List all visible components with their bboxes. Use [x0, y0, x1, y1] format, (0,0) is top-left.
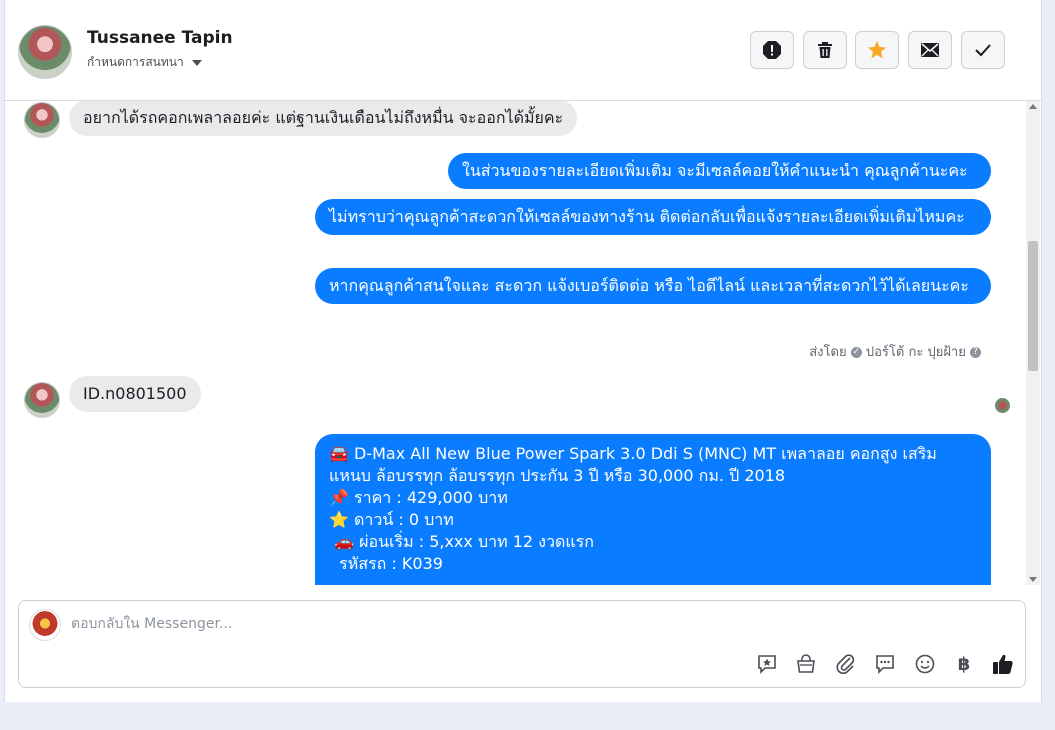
listing-code: รหัสรถ : K039	[329, 554, 443, 573]
attach-button[interactable]	[833, 651, 859, 677]
seen-receipt-avatar	[995, 398, 1010, 413]
contact-avatar[interactable]	[18, 25, 72, 79]
listing-title: 🚘 D-Max All New Blue Power Spark 3.0 Ddi…	[329, 444, 937, 485]
listing-price: 📌 ราคา : 429,000 บาท	[329, 488, 508, 507]
incoming-message[interactable]: อยากได้รถคอกเพลาลอยค่ะ แต่ฐานเงินเดือนไม…	[69, 101, 578, 136]
reply-input[interactable]	[69, 615, 673, 633]
message-thread[interactable]: อยากได้รถคอกเพลาลอยค่ะ แต่ฐานเงินเดือนไม…	[5, 101, 1025, 585]
scrollbar-thumb[interactable]	[1028, 241, 1038, 371]
mail-icon	[921, 43, 939, 57]
outgoing-message[interactable]: ไม่ทราบว่าคุณลูกค้าสะดวกให้เซลล์ของทางร้…	[315, 199, 991, 235]
listing-installment: 🚗 ผ่อนเริ่ม : 5,xxx บาท 12 งวดแรก	[329, 532, 594, 551]
delete-button[interactable]	[803, 31, 847, 69]
contact-avatar-small[interactable]	[24, 102, 60, 138]
shop-icon	[797, 654, 815, 673]
star-button[interactable]	[855, 31, 899, 69]
spam-icon	[763, 41, 781, 59]
reply-composer: ฿	[18, 600, 1026, 688]
conversation-header: Tussanee Tapin กำหนดการสนทนา	[5, 0, 1041, 101]
listing-down-payment: ⭐ ดาวน์ : 0 บาท	[329, 510, 454, 529]
outgoing-message[interactable]: หากคุณลูกค้าสนใจและ สะดวก แจ้งเบอร์ติดต่…	[315, 268, 991, 304]
baht-icon: ฿	[957, 653, 971, 675]
trash-icon	[818, 42, 832, 58]
saved-reply-icon	[758, 655, 776, 674]
outgoing-message-listing[interactable]: 🚘 D-Max All New Blue Power Spark 3.0 Ddi…	[315, 434, 991, 585]
quick-reply-icon	[876, 655, 894, 674]
contact-avatar-small[interactable]	[24, 382, 60, 418]
mark-done-button[interactable]	[961, 31, 1005, 69]
mark-spam-button[interactable]	[750, 31, 794, 69]
attach-icon	[836, 654, 855, 674]
sent-by-label: ส่งโดย ✓ ปอร์โต้ กะ ปุยฝ้าย ?	[809, 341, 981, 362]
quick-replies-button[interactable]	[872, 651, 898, 677]
help-icon[interactable]: ?	[970, 347, 981, 358]
star-icon	[868, 41, 886, 59]
sent-by-prefix: ส่งโดย	[809, 345, 847, 360]
emoji-button[interactable]	[912, 651, 938, 677]
incoming-message[interactable]: ID.n0801500	[69, 376, 201, 412]
like-button[interactable]	[990, 651, 1016, 677]
scroll-down-arrow-icon[interactable]	[1029, 577, 1037, 582]
verified-icon: ✓	[850, 347, 862, 358]
emoji-icon	[915, 654, 935, 674]
check-icon	[975, 44, 991, 57]
move-to-inbox-button[interactable]	[908, 31, 952, 69]
outgoing-message[interactable]: ในส่วนของรายละเอียดเพิ่มเติม จะมีเซลล์คอ…	[448, 153, 991, 189]
assign-conversation-dropdown[interactable]: กำหนดการสนทนา	[87, 53, 202, 72]
caret-down-icon	[191, 59, 202, 66]
contact-name[interactable]: Tussanee Tapin	[87, 28, 233, 48]
page-avatar	[29, 609, 61, 641]
conversation-panel: Tussanee Tapin กำหนดการสนทนา อยากได้รถคอ…	[4, 0, 1042, 702]
like-icon	[993, 654, 1013, 674]
payment-button[interactable]: ฿	[951, 651, 977, 677]
scroll-up-arrow-icon[interactable]	[1029, 104, 1037, 109]
shop-button[interactable]	[793, 651, 819, 677]
assign-label: กำหนดการสนทนา	[87, 55, 184, 69]
sent-by-name[interactable]: ปอร์โต้ กะ ปุยฝ้าย	[866, 345, 966, 360]
saved-replies-button[interactable]	[754, 651, 780, 677]
thread-scrollbar[interactable]	[1026, 101, 1040, 585]
